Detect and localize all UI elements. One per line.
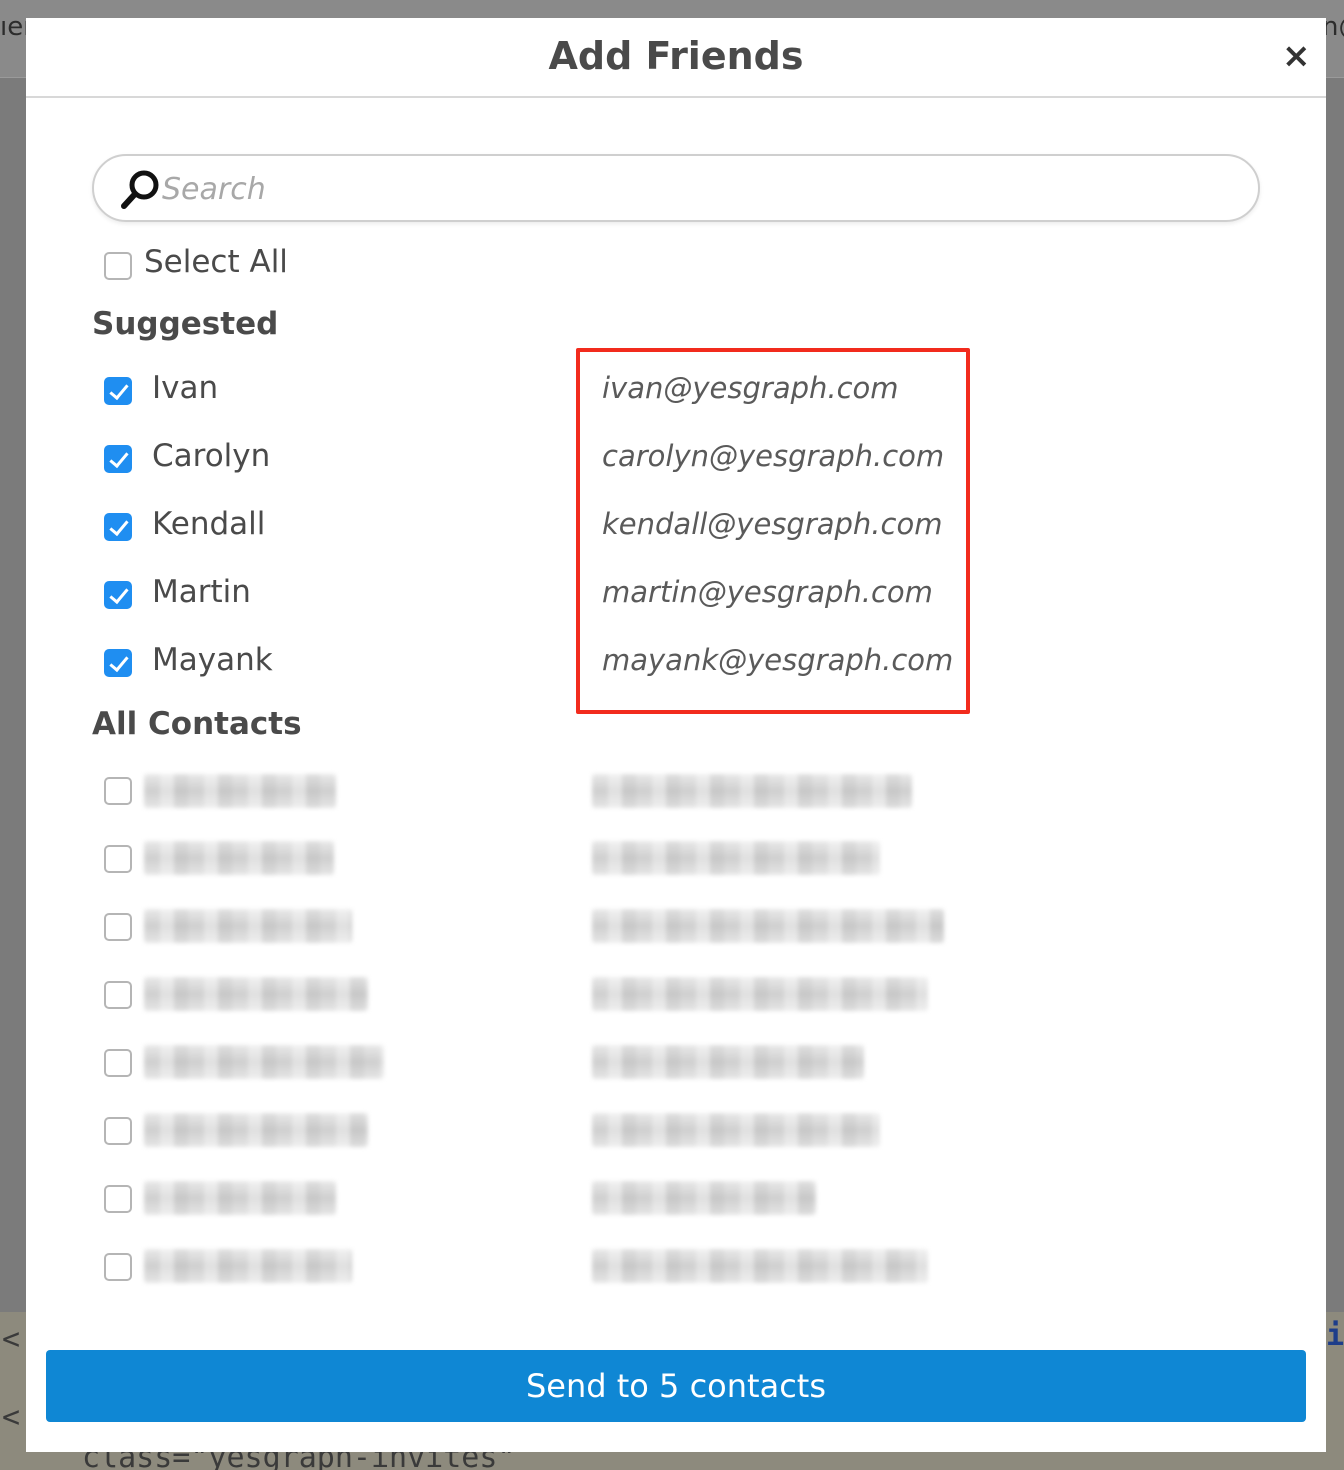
redacted-contact-name — [144, 1045, 384, 1079]
redacted-contact-email — [592, 774, 912, 808]
modal-title: Add Friends — [548, 34, 804, 78]
contact-checkbox[interactable] — [104, 777, 132, 805]
redacted-contact-email — [592, 1045, 864, 1079]
redacted-contact-name — [144, 1181, 336, 1215]
contact-name: Ivan — [152, 370, 219, 406]
redacted-contact-email — [592, 841, 880, 875]
redacted-contact-name — [144, 977, 368, 1011]
redacted-contact-name — [144, 1249, 352, 1283]
search-icon — [121, 170, 159, 209]
contact-name: Kendall — [152, 506, 266, 542]
suggested-heading: Suggested — [92, 306, 279, 342]
contact-checkbox[interactable] — [104, 845, 132, 873]
contact-checkbox[interactable] — [104, 1253, 132, 1281]
close-button[interactable]: × — [1282, 38, 1311, 74]
contact-checkbox[interactable] — [104, 513, 132, 541]
send-button[interactable]: Send to 5 contacts — [46, 1350, 1306, 1422]
search-input[interactable] — [162, 164, 1242, 214]
redacted-contact-email — [592, 1181, 816, 1215]
contact-checkbox[interactable] — [104, 445, 132, 473]
redacted-contact-name — [144, 909, 352, 943]
select-all-checkbox[interactable] — [104, 252, 132, 280]
contact-checkbox[interactable] — [104, 1185, 132, 1213]
contact-checkbox[interactable] — [104, 1117, 132, 1145]
background-code-fragment: < — [2, 1322, 21, 1357]
redacted-contact-name — [144, 841, 334, 875]
all-contacts-heading: All Contacts — [92, 706, 302, 742]
search-box[interactable] — [92, 154, 1260, 222]
redacted-contact-email — [592, 909, 944, 943]
background-code-fragment: i — [1326, 1318, 1344, 1353]
contact-checkbox[interactable] — [104, 913, 132, 941]
redacted-contact-name — [144, 1113, 368, 1147]
contact-name: Martin — [152, 574, 251, 610]
contact-checkbox[interactable] — [104, 377, 132, 405]
contact-checkbox[interactable] — [104, 649, 132, 677]
add-friends-modal: Add Friends × Select All Suggested Ivan … — [26, 18, 1326, 1452]
email-highlight-box — [576, 348, 970, 714]
contact-checkbox[interactable] — [104, 1049, 132, 1077]
redacted-contact-email — [592, 977, 928, 1011]
select-all-label: Select All — [144, 244, 288, 280]
contact-checkbox[interactable] — [104, 981, 132, 1009]
background-code-fragment: < — [2, 1400, 21, 1435]
redacted-contact-email — [592, 1113, 880, 1147]
contact-name: Carolyn — [152, 438, 271, 474]
contact-checkbox[interactable] — [104, 581, 132, 609]
redacted-contact-email — [592, 1249, 928, 1283]
modal-header: Add Friends × — [26, 18, 1326, 98]
redacted-contact-name — [144, 774, 336, 808]
contact-name: Mayank — [152, 642, 273, 678]
